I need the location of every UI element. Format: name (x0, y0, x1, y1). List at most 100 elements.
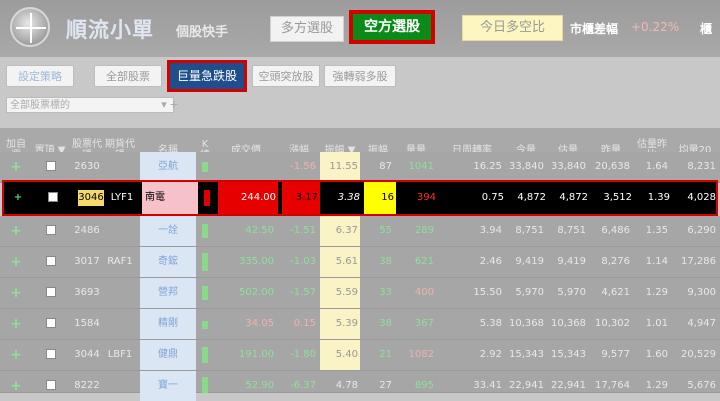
app-header: 順流小單 個股快手 多方選股 空方選股 今日多空比 市櫃差幅 +0.22% 櫃 (0, 0, 720, 57)
stock-name[interactable]: 亞航 (140, 152, 196, 182)
table-row[interactable]: + 3693 營邦 502.00 -1.57 5.59 33 400 15.50… (0, 278, 720, 309)
short-stock-button[interactable]: 空方選股 (353, 14, 431, 40)
today-vol: 9,419 (515, 256, 544, 267)
price: 335.00 (239, 256, 274, 267)
stock-code: 3044 (74, 349, 100, 360)
est-vol: 9,419 (557, 256, 586, 267)
add-watch-button[interactable]: + (6, 182, 30, 214)
tab-volume-drop[interactable]: 巨量急跌股 (170, 63, 244, 89)
add-watch-button[interactable]: + (4, 278, 28, 308)
pin-checkbox[interactable] (46, 380, 56, 390)
est-vol: 10,368 (551, 318, 586, 329)
stock-code: 3046 (78, 190, 104, 206)
stock-code: 3017 (74, 256, 100, 267)
stock-name[interactable]: 奇鋐 (140, 247, 196, 277)
volume: 400 (414, 287, 434, 298)
table-row[interactable]: + 1584 精剛 34.05 0.15 5.39 38 367 5.38 10… (0, 309, 720, 340)
est-vol: 22,941 (551, 380, 586, 391)
add-watch-button[interactable]: + (4, 247, 28, 277)
table-row[interactable]: + 8222 寶一 52.90 -6.37 4.78 27 895 33.41 … (0, 371, 720, 401)
pin-checkbox[interactable] (46, 349, 56, 359)
est-vol: 5,970 (557, 287, 586, 298)
yest-vol: 6,486 (601, 225, 630, 236)
stock-code: 8222 (74, 380, 100, 391)
amplitude: 4.78 (335, 380, 358, 391)
table-row-selected[interactable]: + 3046 LYF1 南電 244.00 3.17 3.38 16 394 0… (2, 180, 718, 216)
today-vol: 8,751 (515, 225, 544, 236)
yest-vol: 4,621 (601, 287, 630, 298)
est-ratio: 1.14 (645, 256, 668, 267)
table-row[interactable]: + 2486 一詮 42.50 -1.51 6.37 55 289 3.94 8… (0, 216, 720, 247)
amplitude-2: 27 (379, 380, 392, 391)
turnover: 2.92 (479, 349, 502, 360)
avg20: 17,286 (681, 256, 716, 267)
amplitude-2: 33 (379, 287, 392, 298)
set-strategy-button[interactable]: 設定策略 (6, 65, 74, 87)
change-pct: -6.37 (290, 380, 316, 391)
change-pct: -1.56 (290, 161, 316, 172)
k-bar-candle (204, 190, 210, 206)
pin-checkbox[interactable] (46, 287, 56, 297)
pin-checkbox[interactable] (46, 318, 56, 328)
table-row[interactable]: + 3017 RAF1 奇鋐 335.00 -1.03 5.61 38 621 … (0, 247, 720, 278)
amplitude: 5.40 (320, 340, 360, 370)
add-watch-button[interactable]: + (4, 371, 28, 401)
amplitude-2: 21 (379, 349, 392, 360)
stock-name[interactable]: 健鼎 (140, 340, 196, 370)
app-logo-text: 順流小單 (66, 17, 154, 42)
tab-strong-to-weak[interactable]: 強轉弱多股 (324, 65, 396, 87)
stock-name[interactable]: 營邦 (140, 278, 196, 308)
long-short-ratio-button[interactable]: 今日多空比 (462, 15, 563, 41)
avg20: 4,028 (687, 192, 716, 203)
price: 244.00 (218, 182, 278, 214)
today-vol: 22,941 (509, 380, 544, 391)
stock-filter-select[interactable]: 全部股票標的 (6, 97, 174, 113)
today-vol: 4,872 (517, 192, 546, 203)
price: 52.90 (245, 380, 274, 391)
strategy-tabs: 設定策略 全部股票 巨量急跌股 空頭突放股 強轉弱多股 (0, 57, 720, 93)
k-bar-candle (202, 286, 208, 300)
today-vol: 10,368 (509, 318, 544, 329)
amplitude: 11.55 (320, 152, 360, 182)
change-pct: 0.15 (293, 318, 316, 329)
filter-add-icon[interactable]: + (168, 97, 180, 113)
today-vol: 33,840 (509, 161, 544, 172)
table-row[interactable]: + 2630 亞航 -1.56 11.55 87 1041 16.25 33,8… (0, 152, 720, 183)
amplitude-2: 16 (364, 182, 396, 214)
volume: 394 (416, 192, 436, 203)
logo-icon (10, 7, 50, 47)
est-vol: 4,872 (559, 192, 588, 203)
amplitude-2: 38 (379, 318, 392, 329)
tab-all-stocks[interactable]: 全部股票 (94, 65, 162, 87)
today-vol: 15,343 (509, 349, 544, 360)
price: 502.00 (239, 287, 274, 298)
stock-name[interactable]: 南電 (142, 182, 198, 214)
pin-checkbox[interactable] (46, 225, 56, 235)
table-row[interactable]: + 3044 LBF1 健鼎 191.00 -1.80 5.40 21 1082… (0, 340, 720, 371)
pin-checkbox[interactable] (46, 161, 56, 171)
pin-checkbox[interactable] (46, 256, 56, 266)
add-watch-button[interactable]: + (4, 152, 28, 182)
add-watch-button[interactable]: + (4, 216, 28, 246)
k-bar-candle (202, 224, 208, 238)
add-watch-button[interactable]: + (4, 340, 28, 370)
futures-code: LYF1 (110, 192, 134, 203)
change-pct: -1.51 (290, 225, 316, 236)
stock-name[interactable]: 寶一 (140, 371, 196, 401)
amplitude: 5.61 (320, 247, 360, 277)
stock-name[interactable]: 精剛 (140, 309, 196, 339)
pin-checkbox[interactable] (48, 192, 58, 202)
stock-name[interactable]: 一詮 (140, 216, 196, 246)
add-watch-button[interactable]: + (4, 309, 28, 339)
tab-short-release[interactable]: 空頭突放股 (252, 65, 320, 87)
tab-active-frame: 巨量急跌股 (167, 60, 247, 92)
k-bar-candle (202, 162, 208, 172)
yest-vol: 8,276 (601, 256, 630, 267)
long-stock-button[interactable]: 多方選股 (270, 16, 344, 42)
stock-code: 2486 (74, 225, 100, 236)
stock-code: 3693 (74, 287, 100, 298)
change-pct: -1.57 (290, 287, 316, 298)
turnover: 16.25 (473, 161, 502, 172)
short-stock-button-frame: 空方選股 (349, 10, 435, 44)
amplitude: 5.39 (320, 309, 360, 339)
